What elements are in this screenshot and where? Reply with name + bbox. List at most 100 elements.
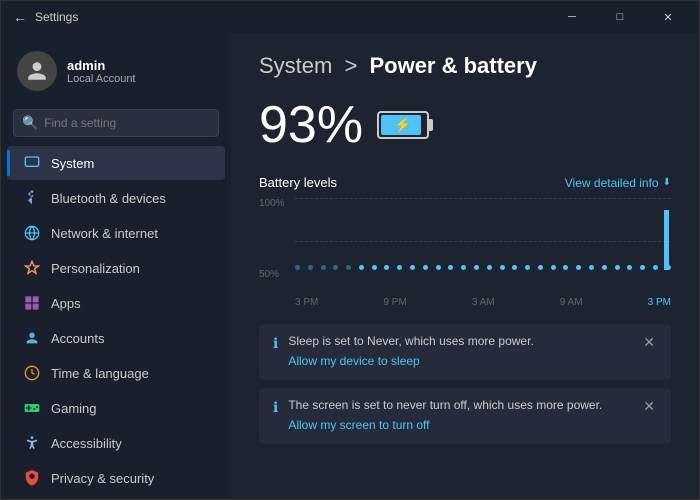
sidebar-item-accessibility[interactable]: Accessibility [7, 426, 225, 460]
notification-screen-body: The screen is set to never turn off, whi… [288, 398, 631, 434]
sidebar-item-accessibility-label: Accessibility [51, 436, 122, 451]
search-icon: 🔍 [22, 115, 38, 131]
chart-x-labels: 3 PM 9 PM 3 AM 9 AM 3 PM [295, 297, 671, 308]
chart-dot [551, 265, 556, 270]
chart-dot [640, 265, 645, 270]
sidebar-item-privacy-label: Privacy & security [51, 471, 154, 486]
sidebar-item-gaming[interactable]: Gaming [7, 391, 225, 425]
sidebar-item-gaming-label: Gaming [51, 401, 97, 416]
sidebar-item-network-label: Network & internet [51, 226, 158, 241]
sidebar-item-apps-label: Apps [51, 296, 81, 311]
chart-dot [397, 265, 402, 270]
view-detailed-link[interactable]: View detailed info ⬇ [565, 176, 671, 190]
chart-y-50: 50% [259, 269, 285, 280]
battery-percentage: 93% [259, 99, 363, 151]
accounts-icon [23, 329, 41, 347]
notification-screen-link[interactable]: Allow my screen to turn off [288, 418, 429, 432]
sidebar-item-apps[interactable]: Apps [7, 286, 225, 320]
nav-list: System Bluetooth & devices Network & int… [1, 145, 231, 499]
chart-dot [563, 265, 568, 270]
sidebar-item-accounts-label: Accounts [51, 331, 104, 346]
sidebar: admin Local Account 🔍 System [1, 33, 231, 499]
chart-gridline-100 [295, 198, 671, 199]
user-info: admin Local Account [67, 58, 136, 85]
bluetooth-icon [23, 189, 41, 207]
breadcrumb-parent: System [259, 53, 332, 78]
search-input[interactable] [44, 116, 210, 130]
chart-x-3am: 3 AM [472, 297, 495, 308]
sidebar-item-privacy[interactable]: Privacy & security [7, 461, 225, 495]
search-box[interactable]: 🔍 [13, 109, 219, 137]
chart-dot [487, 265, 492, 270]
notification-sleep-close[interactable]: ✕ [641, 334, 657, 351]
notification-sleep-link[interactable]: Allow my device to sleep [288, 354, 419, 368]
titlebar-left: ← Settings [13, 9, 78, 25]
chart-spike [664, 210, 669, 270]
chart-dot [500, 265, 505, 270]
titlebar-controls: ─ □ ✕ [549, 1, 691, 33]
chart-dot [602, 265, 607, 270]
chart-header: Battery levels View detailed info ⬇ [259, 175, 671, 190]
chart-dot [448, 265, 453, 270]
chart-dot [512, 265, 517, 270]
chart-title: Battery levels [259, 175, 337, 190]
sidebar-item-system-label: System [51, 156, 94, 171]
chart-dots-row [295, 265, 671, 270]
privacy-icon [23, 469, 41, 487]
notification-screen: ℹ The screen is set to never turn off, w… [259, 388, 671, 444]
battery-icon: ⚡ [377, 111, 429, 139]
chart-x-9am: 9 AM [560, 297, 583, 308]
chart-dot [384, 265, 389, 270]
chart-dot [653, 265, 658, 270]
titlebar-title: Settings [35, 10, 78, 24]
maximize-button[interactable]: □ [597, 1, 643, 33]
chart-dot [576, 265, 581, 270]
avatar [17, 51, 57, 91]
sidebar-item-personalization-label: Personalization [51, 261, 140, 276]
sidebar-item-personalization[interactable]: Personalization [7, 251, 225, 285]
chart-dot [615, 265, 620, 270]
notification-sleep: ℹ Sleep is set to Never, which uses more… [259, 324, 671, 380]
user-profile[interactable]: admin Local Account [1, 41, 231, 101]
chart-dot [295, 265, 300, 270]
breadcrumb-separator: > [344, 53, 357, 78]
content-area: System > Power & battery 93% ⚡ Batt [231, 33, 699, 499]
notification-screen-close[interactable]: ✕ [641, 398, 657, 415]
notification-info-icon-2: ℹ [273, 399, 278, 416]
accessibility-icon [23, 434, 41, 452]
sidebar-item-accounts[interactable]: Accounts [7, 321, 225, 355]
back-button[interactable]: ← [13, 9, 27, 25]
titlebar: ← Settings ─ □ ✕ [1, 1, 699, 33]
chart-dot [538, 265, 543, 270]
chart-area [295, 198, 671, 284]
battery-lightning-icon: ⚡ [394, 117, 411, 134]
chart-dot [627, 265, 632, 270]
chart-dot [423, 265, 428, 270]
chart-y-labels: 100% 50% [259, 198, 285, 284]
user-name: admin [67, 58, 136, 73]
network-icon [23, 224, 41, 242]
battery-row: 93% ⚡ [259, 99, 671, 151]
chart-dot [372, 265, 377, 270]
notification-info-icon: ℹ [273, 335, 278, 352]
page-title: System > Power & battery [259, 53, 671, 79]
sidebar-item-time[interactable]: Time & language [7, 356, 225, 390]
personalization-icon [23, 259, 41, 277]
chart-link-icon: ⬇ [663, 177, 671, 188]
notification-sleep-text: Sleep is set to Never, which uses more p… [288, 334, 631, 348]
system-icon [23, 154, 41, 172]
apps-icon [23, 294, 41, 312]
user-type: Local Account [67, 73, 136, 85]
main-layout: admin Local Account 🔍 System [1, 33, 699, 499]
time-icon [23, 364, 41, 382]
sidebar-item-network[interactable]: Network & internet [7, 216, 225, 250]
sidebar-item-system[interactable]: System [7, 146, 225, 180]
close-button[interactable]: ✕ [645, 1, 691, 33]
chart-dot [321, 265, 326, 270]
sidebar-item-bluetooth[interactable]: Bluetooth & devices [7, 181, 225, 215]
chart-x-3pm-early: 3 PM [295, 297, 318, 308]
chart-x-9pm: 9 PM [383, 297, 406, 308]
minimize-button[interactable]: ─ [549, 1, 595, 33]
sidebar-item-update[interactable]: Windows Update [7, 496, 225, 499]
sidebar-item-bluetooth-label: Bluetooth & devices [51, 191, 166, 206]
